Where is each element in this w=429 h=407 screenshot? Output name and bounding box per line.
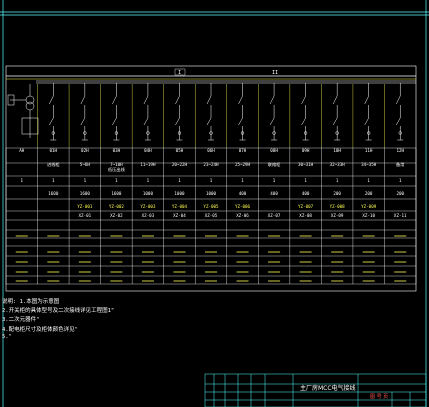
cell-panel-no: 05H xyxy=(176,148,184,153)
feeder-circuit xyxy=(80,83,88,141)
feeder-circuit xyxy=(332,83,341,141)
cell-name: 联络柜 xyxy=(268,161,281,168)
cell-cable: YZ-001 xyxy=(77,204,93,209)
cell-name: 20~22H xyxy=(172,162,188,167)
cell-panel-no: 10H xyxy=(333,148,341,153)
cell-name: 23~24H xyxy=(203,162,219,167)
cell-current: 400 xyxy=(239,191,247,196)
feeder-circuit xyxy=(112,83,120,141)
feeder-circuit xyxy=(206,83,214,141)
note-line-5: 5." xyxy=(2,334,12,340)
mcc-single-line-diagram: I II AH 1 01H 进线柜 1 1600 02H 5~6H 1 1600 YZ-001 XZ-… xyxy=(0,0,429,407)
feeder-circuit xyxy=(396,83,404,141)
cell-count: 1 xyxy=(84,178,87,183)
drawing-title: 主厂房MCC电气接线 xyxy=(300,384,356,392)
cell-current: 400 xyxy=(302,191,310,196)
feeder-circuit xyxy=(49,83,57,141)
cell-relay: XZ-03 xyxy=(142,213,155,218)
cell-name: 34~35H xyxy=(361,162,377,167)
cell-cable: YZ-009 xyxy=(361,204,377,209)
cell-count: 1 xyxy=(399,178,402,183)
cell-cable: YZ-007 xyxy=(298,204,314,209)
cell-relay: XZ-04 xyxy=(173,213,186,218)
cell-panel-no: 04H xyxy=(144,148,152,153)
bus-label-2: II xyxy=(272,70,278,76)
cell-panel-no: 06H xyxy=(207,148,215,153)
feeder-circuit xyxy=(175,83,183,141)
feeder-columns xyxy=(37,83,404,148)
feeder-circuit xyxy=(269,83,278,141)
cell-relay: XZ-06 xyxy=(236,213,249,218)
cell-name: 低压出线 xyxy=(108,166,126,173)
cell-count: 1 xyxy=(304,178,307,183)
cell-count: 1 xyxy=(115,178,118,183)
cell-count: 1 xyxy=(241,178,244,183)
cell-panel-no: 08H xyxy=(270,148,278,153)
cell-cable: YZ-002 xyxy=(109,204,125,209)
transformer-symbol xyxy=(7,84,39,138)
feeder-circuit xyxy=(301,83,309,141)
cell-current: 200 xyxy=(365,191,373,196)
note-line-1: 说明: 1.本图为示意图 xyxy=(2,299,60,305)
cell-panel-no: 11H xyxy=(365,148,373,153)
cell-relay: XZ-08 xyxy=(299,213,312,218)
cell-current: 1600 xyxy=(80,191,91,196)
cell-current: 1000 xyxy=(206,191,217,196)
cell-count: 1 xyxy=(147,178,150,183)
cell-name: 5~6H xyxy=(80,162,91,167)
cell-relay: XZ-05 xyxy=(205,213,218,218)
cell-current: 1600 xyxy=(111,191,122,196)
cell-cable: YZ-005 xyxy=(203,204,219,209)
cell-panel-no: 02H xyxy=(81,148,89,153)
bus-label-group: I II xyxy=(174,68,278,76)
cell-cable: YZ-004 xyxy=(172,204,188,209)
cell-relay: XZ-09 xyxy=(331,213,344,218)
feeder-circuit xyxy=(364,83,372,141)
cell-count: 1 xyxy=(273,178,276,183)
cell-relay: XZ-07 xyxy=(268,213,281,218)
cell-name: 进线柜 xyxy=(47,161,60,168)
cell-count: 1 xyxy=(21,178,24,183)
title-stamp: 图 号 页 xyxy=(370,394,388,400)
table-cells: AH 1 01H 进线柜 1 1600 02H 5~6H 1 1600 YZ-001 XZ-01 03H… xyxy=(15,148,407,282)
cell-panel-no: 03H xyxy=(113,148,121,153)
cell-panel-no: 07H xyxy=(239,148,247,153)
cell-current: 1000 xyxy=(143,191,154,196)
cell-current: 1000 xyxy=(174,191,185,196)
cell-relay: XZ-11 xyxy=(394,213,407,218)
cell-panel-no: AH xyxy=(19,148,25,153)
cell-relay: XZ-01 xyxy=(79,213,92,218)
cell-current: 200 xyxy=(396,191,404,196)
busbar xyxy=(6,75,416,84)
note-line-4: 4.配电柜尺寸及柜体颜色详见" xyxy=(2,327,78,333)
cell-current: 1600 xyxy=(48,191,59,196)
feeder-circuit xyxy=(143,83,151,141)
cell-relay: XZ-10 xyxy=(362,213,375,218)
cell-count: 1 xyxy=(210,178,213,183)
cell-current: 200 xyxy=(333,191,341,196)
bus-label-1: I xyxy=(178,70,181,76)
cell-count: 1 xyxy=(336,178,339,183)
cell-name: 32~33H xyxy=(330,162,346,167)
cell-current: 400 xyxy=(270,191,278,196)
note-line-3: 3.二次元器件" xyxy=(2,317,40,323)
feeder-circuit xyxy=(238,83,246,141)
cell-cable: YZ-006 xyxy=(235,204,251,209)
cell-count: 1 xyxy=(367,178,370,183)
cell-name: 25~29H xyxy=(235,162,251,167)
cell-cable: YZ-003 xyxy=(140,204,156,209)
cell-count: 1 xyxy=(52,178,55,183)
cell-relay: XZ-02 xyxy=(110,213,123,218)
cell-name: 备用 xyxy=(396,161,404,168)
cell-name: 11~19H xyxy=(140,162,156,167)
note-line-2: 2.开关柜的具体型号及二次接线详见工程图1" xyxy=(2,308,115,314)
cell-panel-no: 12H xyxy=(396,148,404,153)
cell-panel-no: 01H xyxy=(50,148,58,153)
cell-panel-no: 09H xyxy=(302,148,310,153)
cell-name: 30~31H xyxy=(298,162,314,167)
cell-cable: YZ-008 xyxy=(330,204,346,209)
cell-count: 1 xyxy=(178,178,181,183)
